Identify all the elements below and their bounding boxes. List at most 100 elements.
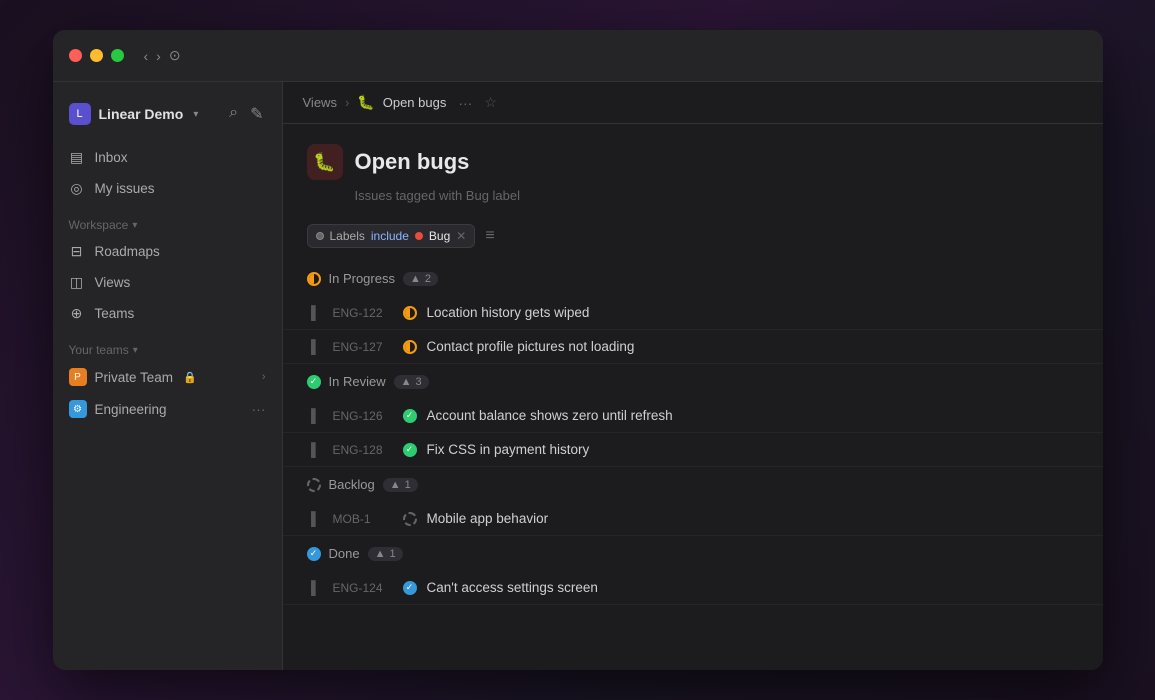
labels-dot-icon	[316, 232, 324, 240]
issue-status-in-progress-127	[403, 340, 417, 354]
priority-icon-backlog: ▲	[390, 479, 401, 491]
breadcrumb-current: Open bugs	[383, 95, 447, 110]
content-area: L Linear Demo ▾ ⌕ ✎ ▤ Inbox ◎ My	[53, 82, 1103, 670]
in-review-count: 3	[415, 376, 421, 388]
backlog-count: 1	[405, 479, 411, 491]
your-teams-chevron-icon: ▾	[133, 345, 138, 356]
breadcrumb-more-options[interactable]: ···	[458, 95, 472, 111]
group-header-backlog: Backlog ▲ 1	[283, 467, 1103, 502]
sidebar-item-teams[interactable]: ⊕ Teams	[53, 298, 282, 329]
issues-list: In Progress ▲ 2 ▐ ENG-122 Location histo…	[283, 261, 1103, 670]
sidebar-item-views[interactable]: ◫ Views	[53, 267, 282, 298]
sidebar-header: L Linear Demo ▾ ⌕ ✎	[53, 94, 282, 134]
issue-id-eng-127: ENG-127	[333, 340, 393, 354]
issue-id-eng-128: ENG-128	[333, 443, 393, 457]
issue-row-eng-124[interactable]: ▐ ENG-124 ✓ Can't access settings screen	[283, 571, 1103, 605]
issue-status-in-review-126: ✓	[403, 409, 417, 423]
filter-bug-dot-icon	[415, 232, 423, 240]
sidebar-item-my-issues-label: My issues	[95, 181, 155, 196]
page-subtitle: Issues tagged with Bug label	[355, 188, 1079, 203]
issue-id-eng-126: ENG-126	[333, 409, 393, 423]
page-bug-icon: 🐛	[307, 144, 343, 180]
page-title-row: 🐛 Open bugs	[307, 144, 1079, 180]
filter-options-icon[interactable]: ≡	[481, 223, 498, 249]
workspace-name[interactable]: L Linear Demo ▾	[69, 103, 199, 125]
sidebar-item-inbox[interactable]: ▤ Inbox	[53, 142, 282, 173]
forward-arrow-icon[interactable]: ›	[156, 48, 161, 64]
close-button[interactable]	[69, 49, 82, 62]
issue-status-backlog-mob-1	[403, 512, 417, 526]
priority-icon-done: ▲	[375, 548, 386, 560]
in-review-count-badge: ▲ 3	[394, 375, 429, 389]
breadcrumb-views[interactable]: Views	[303, 95, 337, 110]
filter-bar: Labels include Bug ✕ ≡	[283, 215, 1103, 261]
filter-include-text: include	[371, 229, 409, 243]
history-icon[interactable]: ⊙	[169, 47, 181, 64]
sidebar-item-views-label: Views	[95, 275, 131, 290]
your-teams-section-label: Your teams	[69, 343, 129, 357]
issue-status-done-124: ✓	[403, 581, 417, 595]
filter-close-icon[interactable]: ✕	[456, 229, 466, 243]
backlog-count-badge: ▲ 1	[383, 478, 418, 492]
workspace-title: Linear Demo	[99, 106, 184, 122]
sidebar-item-roadmaps-label: Roadmaps	[95, 244, 160, 259]
private-team-arrow-icon: ›	[262, 371, 266, 383]
group-in-progress-label: In Progress	[329, 271, 395, 286]
fullscreen-button[interactable]	[111, 49, 124, 62]
breadcrumb-separator: ›	[345, 95, 349, 110]
titlebar: ‹ › ⊙	[53, 30, 1103, 82]
issue-status-in-review-128: ✓	[403, 443, 417, 457]
group-header-in-review: ✓ In Review ▲ 3	[283, 364, 1103, 399]
done-status-icon: ✓	[307, 547, 321, 561]
your-teams-section-header[interactable]: Your teams ▾	[53, 335, 282, 361]
my-issues-icon: ◎	[69, 180, 85, 197]
engineering-label: Engineering	[95, 402, 167, 417]
traffic-lights	[69, 49, 124, 62]
issue-row-eng-126[interactable]: ▐ ENG-126 ✓ Account balance shows zero u…	[283, 399, 1103, 433]
sidebar-item-roadmaps[interactable]: ⊟ Roadmaps	[53, 236, 282, 267]
filter-labels-tag[interactable]: Labels include Bug ✕	[307, 224, 476, 248]
issue-title-mob-1: Mobile app behavior	[427, 511, 1079, 526]
issue-id-mob-1: MOB-1	[333, 512, 393, 526]
bar-chart-icon-eng-124: ▐	[307, 580, 323, 595]
sidebar-item-my-issues[interactable]: ◎ My issues	[53, 173, 282, 204]
issue-status-in-progress-122	[403, 306, 417, 320]
engineering-team-icon: ⚙	[69, 400, 87, 418]
in-progress-count: 2	[425, 273, 431, 285]
priority-icon-review: ▲	[401, 376, 412, 388]
group-header-done: ✓ Done ▲ 1	[283, 536, 1103, 571]
issue-row-eng-128[interactable]: ▐ ENG-128 ✓ Fix CSS in payment history	[283, 433, 1103, 467]
minimize-button[interactable]	[90, 49, 103, 62]
workspace-section-label: Workspace	[69, 218, 129, 232]
sidebar-item-engineering[interactable]: ⚙ Engineering ···	[53, 393, 282, 425]
engineering-options-icon[interactable]: ···	[252, 401, 266, 417]
sidebar-item-inbox-label: Inbox	[95, 150, 128, 165]
bar-chart-icon-mob-1: ▐	[307, 511, 323, 526]
in-progress-status-icon	[307, 272, 321, 286]
inbox-icon: ▤	[69, 149, 85, 166]
roadmaps-icon: ⊟	[69, 243, 85, 260]
in-progress-count-badge: ▲ 2	[403, 272, 438, 286]
favorite-star-icon[interactable]: ☆	[484, 94, 497, 111]
sidebar-item-private-team[interactable]: P Private Team 🔒 ›	[53, 361, 282, 393]
backlog-status-icon	[307, 478, 321, 492]
issue-row-eng-122[interactable]: ▐ ENG-122 Location history gets wiped	[283, 296, 1103, 330]
page-title-area: 🐛 Open bugs Issues tagged with Bug label	[283, 124, 1103, 215]
desktop-background: ‹ › ⊙ L Linear Demo ▾ ⌕ ✎	[0, 0, 1155, 700]
issue-row-mob-1[interactable]: ▐ MOB-1 Mobile app behavior	[283, 502, 1103, 536]
compose-button[interactable]: ✎	[248, 102, 265, 126]
breadcrumb-bug-icon: 🐛	[357, 94, 374, 111]
done-count: 1	[389, 548, 395, 560]
workspace-section-header[interactable]: Workspace ▾	[53, 210, 282, 236]
priority-icon: ▲	[410, 273, 421, 285]
bar-chart-icon-eng-127: ▐	[307, 339, 323, 354]
page-title: Open bugs	[355, 149, 470, 175]
search-button[interactable]: ⌕	[227, 102, 240, 126]
issue-id-eng-124: ENG-124	[333, 581, 393, 595]
issue-title-eng-128: Fix CSS in payment history	[427, 442, 1079, 457]
issue-row-eng-127[interactable]: ▐ ENG-127 Contact profile pictures not l…	[283, 330, 1103, 364]
issue-title-eng-126: Account balance shows zero until refresh	[427, 408, 1079, 423]
lock-icon: 🔒	[183, 371, 197, 384]
issue-title-eng-122: Location history gets wiped	[427, 305, 1079, 320]
back-arrow-icon[interactable]: ‹	[144, 48, 149, 64]
